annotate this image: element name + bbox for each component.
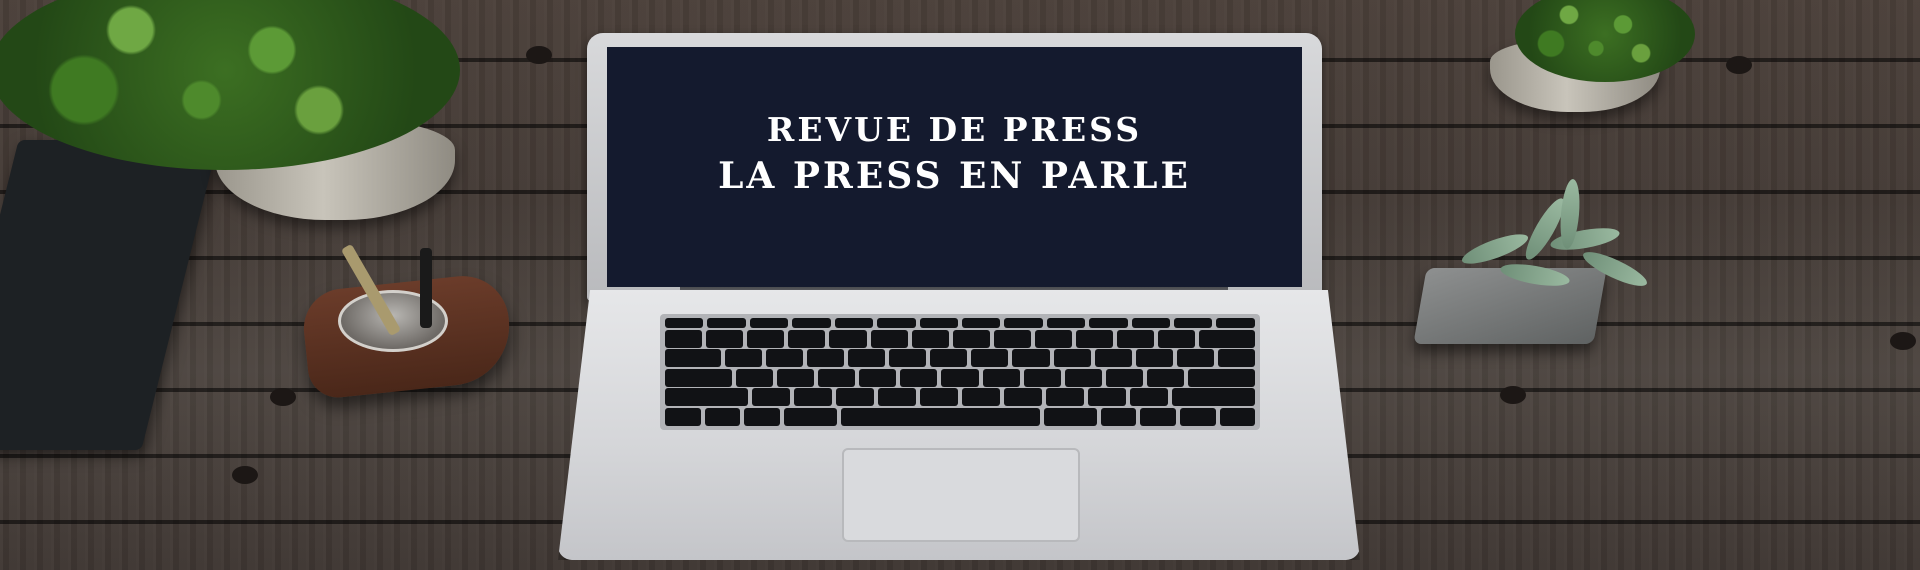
spacebar	[840, 407, 1040, 426]
laptop-screen: REVUE DE PRESS LA PRESS EN PARLE	[607, 47, 1302, 287]
keyboard-space-row	[665, 407, 1256, 426]
pen	[420, 248, 432, 328]
wood-knot	[270, 388, 296, 406]
screen-headline-1: REVUE DE PRESS	[766, 109, 1143, 149]
wood-knot	[1726, 56, 1752, 74]
wood-knot	[526, 46, 552, 64]
keyboard-function-row	[665, 318, 1255, 328]
wood-knot	[1890, 332, 1916, 350]
keyboard-top-letter-row	[665, 349, 1256, 368]
keyboard-home-row	[665, 368, 1256, 387]
succulent-plant	[1440, 178, 1680, 310]
screen-headline-2: LA PRESS EN PARLE	[718, 154, 1191, 197]
laptop-keyboard	[660, 314, 1260, 430]
keyboard-bottom-letter-row	[665, 388, 1256, 407]
keyboard-number-row	[665, 329, 1256, 348]
laptop-trackpad	[842, 448, 1080, 542]
wood-knot	[1500, 386, 1526, 404]
wood-knot	[232, 466, 258, 484]
